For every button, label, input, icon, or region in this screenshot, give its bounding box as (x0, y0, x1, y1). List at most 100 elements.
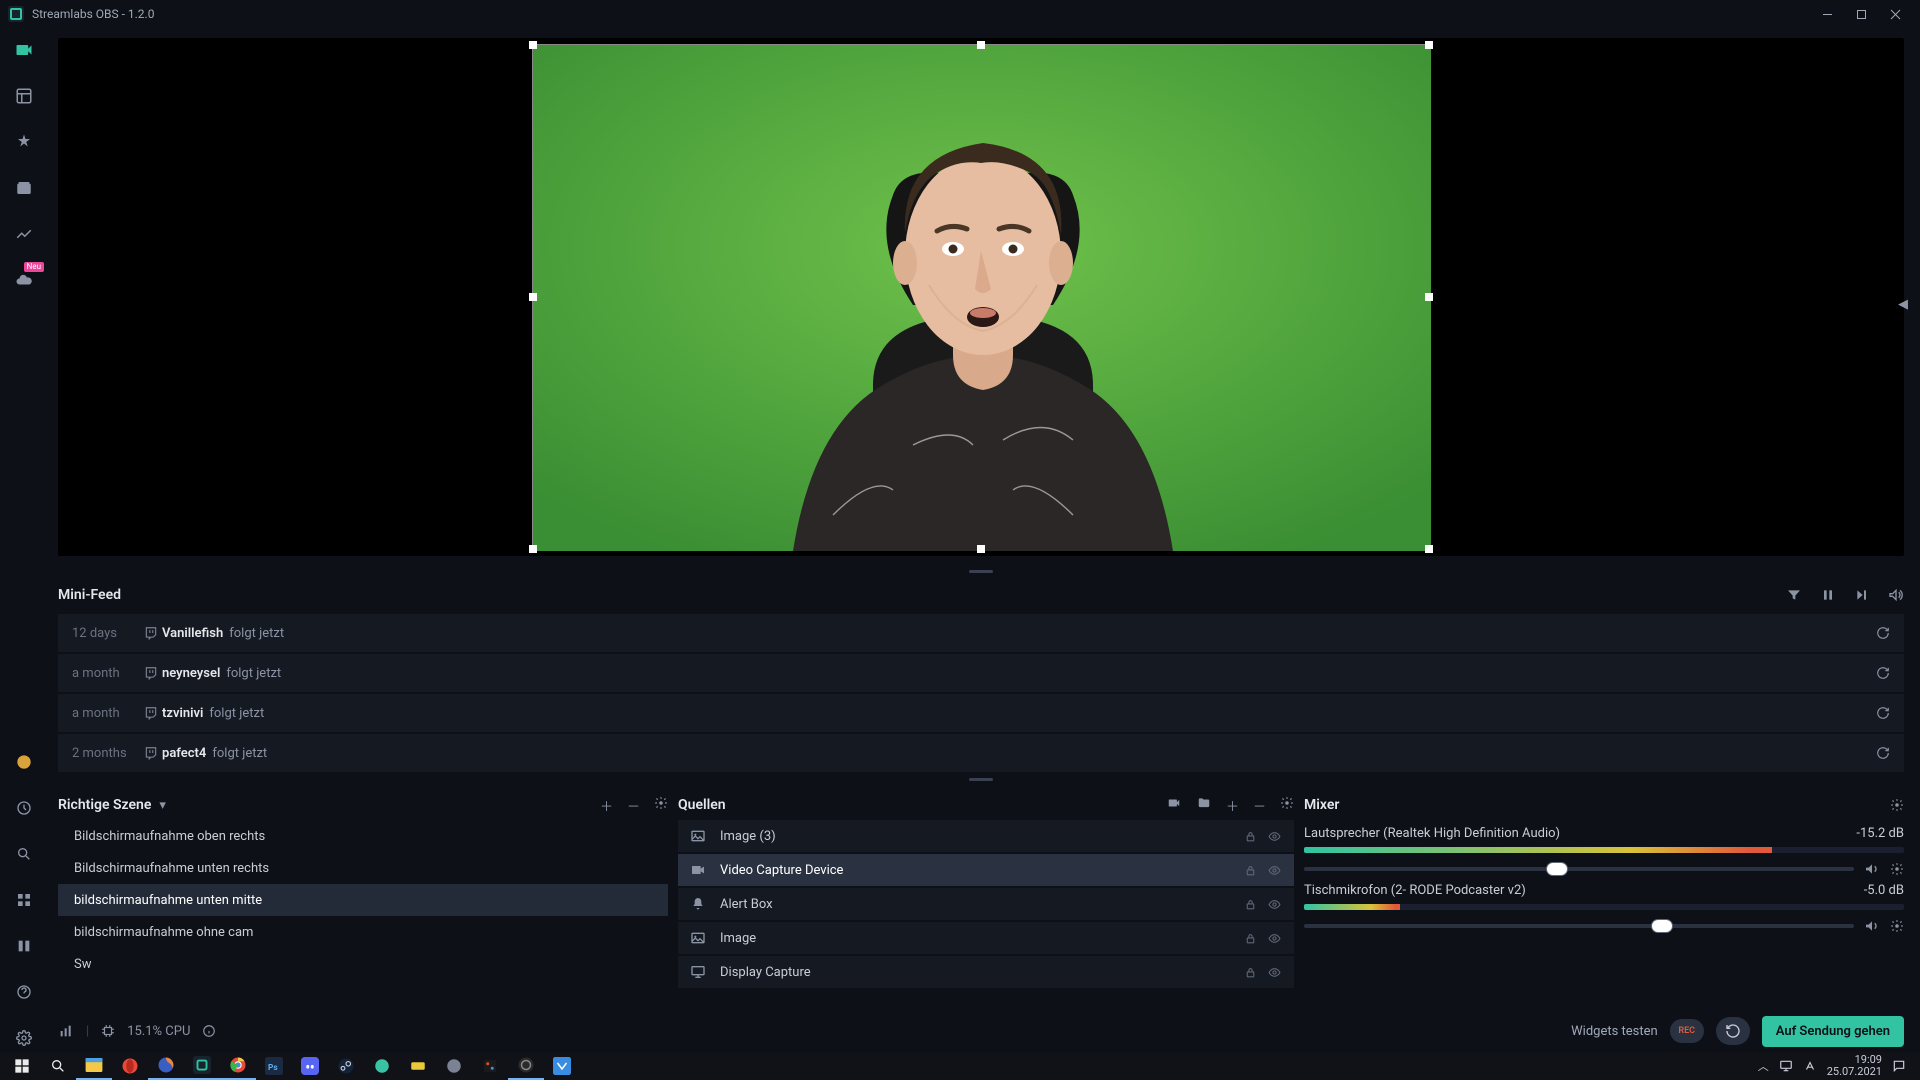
taskbar-opera-icon[interactable] (112, 1052, 148, 1080)
mute-icon[interactable] (1864, 861, 1880, 877)
sources-folder-icon[interactable] (1196, 796, 1212, 815)
feed-replay-icon[interactable] (1876, 666, 1890, 680)
minimize-button[interactable] (1810, 0, 1844, 28)
taskbar-steam-icon[interactable] (328, 1052, 364, 1080)
widgets-test-button[interactable]: Widgets testen (1571, 1024, 1658, 1039)
taskbar-app3-icon[interactable] (436, 1052, 472, 1080)
taskbar-chrome-icon[interactable] (220, 1052, 256, 1080)
windows-taskbar[interactable]: Ps ︿ 19:09 25.07.2021 (0, 1052, 1920, 1080)
rail-appstore-icon[interactable] (10, 174, 38, 202)
taskbar-app2-icon[interactable] (400, 1052, 436, 1080)
rail-cloud-icon[interactable]: Neu (10, 266, 38, 294)
scene-item[interactable]: bildschirmaufnahme ohne cam (58, 916, 668, 948)
tray-network-icon[interactable] (1803, 1059, 1817, 1073)
mixer-slider[interactable] (1304, 867, 1854, 871)
vertical-resize-handle[interactable] (48, 566, 1914, 576)
source-lock-icon[interactable] (1244, 932, 1257, 945)
feed-filter-icon[interactable] (1786, 587, 1802, 603)
source-item[interactable]: Video Capture Device (678, 854, 1294, 886)
source-eye-icon[interactable] (1267, 898, 1282, 911)
rail-layouts-icon[interactable] (10, 82, 38, 110)
go-live-button[interactable]: Auf Sendung gehen (1762, 1016, 1904, 1047)
feed-replay-icon[interactable] (1876, 626, 1890, 640)
rail-profile-icon[interactable] (10, 748, 38, 776)
replay-button[interactable] (1716, 1017, 1750, 1045)
scenes-remove-icon[interactable]: － (627, 796, 640, 815)
feed-skip-icon[interactable] (1854, 587, 1870, 603)
rail-grid-icon[interactable] (10, 886, 38, 914)
taskbar-streamlabs-icon[interactable] (184, 1052, 220, 1080)
mixer-slider[interactable] (1304, 924, 1854, 928)
rail-help-icon[interactable] (10, 978, 38, 1006)
scenes-settings-icon[interactable] (654, 796, 668, 815)
source-lock-icon[interactable] (1244, 898, 1257, 911)
stats-icon[interactable] (58, 1023, 74, 1039)
vertical-resize-handle-2[interactable] (48, 774, 1914, 784)
source-item[interactable]: Alert Box (678, 888, 1294, 920)
taskbar-firefox-icon[interactable] (148, 1052, 184, 1080)
taskbar-explorer-icon[interactable] (76, 1052, 112, 1080)
rail-settings-icon[interactable] (10, 1024, 38, 1052)
feed-user: tzvinivi (162, 706, 203, 721)
feed-replay-icon[interactable] (1876, 746, 1890, 760)
mixer-channel: Tischmikrofon (2- RODE Podcaster v2)-5.0… (1304, 883, 1904, 934)
feed-time: a month (72, 666, 144, 681)
taskbar-search-icon[interactable] (40, 1052, 76, 1080)
taskbar-app1-icon[interactable] (364, 1052, 400, 1080)
rail-search-icon[interactable] (10, 840, 38, 868)
taskbar-discord-icon[interactable] (292, 1052, 328, 1080)
system-tray[interactable]: ︿ 19:09 25.07.2021 (1758, 1054, 1916, 1078)
collapse-right-icon[interactable]: ◀ (1898, 297, 1908, 312)
feed-volume-icon[interactable] (1888, 587, 1904, 603)
source-eye-icon[interactable] (1267, 932, 1282, 945)
preview-canvas[interactable]: ◀ (58, 38, 1904, 556)
rail-themes-icon[interactable] (10, 128, 38, 156)
tray-notifications-icon[interactable] (1892, 1059, 1906, 1073)
tray-chevron-icon[interactable]: ︿ (1758, 1058, 1769, 1074)
taskbar-app5-icon[interactable] (544, 1052, 580, 1080)
rail-editor-icon[interactable] (10, 36, 38, 64)
taskbar-app4-icon[interactable] (472, 1052, 508, 1080)
sources-camera-icon[interactable] (1166, 796, 1182, 815)
scenes-title[interactable]: Richtige Szene (58, 797, 151, 813)
close-button[interactable] (1878, 0, 1912, 28)
scene-item[interactable]: Sw (58, 948, 668, 980)
taskbar-photoshop-icon[interactable]: Ps (256, 1052, 292, 1080)
start-button[interactable] (4, 1052, 40, 1080)
sources-settings-icon[interactable] (1280, 796, 1294, 815)
cpu-icon (101, 1024, 115, 1038)
scene-item[interactable]: Bildschirmaufnahme unten rechts (58, 852, 668, 884)
source-item[interactable]: Image (678, 922, 1294, 954)
mute-icon[interactable] (1864, 918, 1880, 934)
source-item[interactable]: Image (3) (678, 820, 1294, 852)
scenes-add-icon[interactable]: ＋ (600, 796, 613, 815)
rec-button[interactable]: REC (1670, 1019, 1704, 1043)
rail-dashboard-icon[interactable] (10, 220, 38, 248)
sources-remove-icon[interactable]: － (1253, 796, 1266, 815)
channel-settings-icon[interactable] (1890, 862, 1904, 876)
feed-pause-icon[interactable] (1820, 587, 1836, 603)
source-eye-icon[interactable] (1267, 830, 1282, 843)
chevron-down-icon[interactable]: ▾ (159, 798, 166, 813)
maximize-button[interactable] (1844, 0, 1878, 28)
source-eye-icon[interactable] (1267, 966, 1282, 979)
source-item[interactable]: Display Capture (678, 956, 1294, 988)
rail-studio-icon[interactable] (10, 932, 38, 960)
app-logo (8, 6, 24, 22)
source-lock-icon[interactable] (1244, 864, 1257, 877)
rail-notif-icon[interactable] (10, 794, 38, 822)
source-eye-icon[interactable] (1267, 864, 1282, 877)
selected-source-bounds[interactable] (532, 44, 1430, 550)
scene-item[interactable]: bildschirmaufnahme unten mitte (58, 884, 668, 916)
channel-settings-icon[interactable] (1890, 919, 1904, 933)
sources-add-icon[interactable]: ＋ (1226, 796, 1239, 815)
feed-replay-icon[interactable] (1876, 706, 1890, 720)
source-lock-icon[interactable] (1244, 830, 1257, 843)
tray-monitor-icon[interactable] (1779, 1059, 1793, 1073)
source-lock-icon[interactable] (1244, 966, 1257, 979)
info-icon[interactable] (202, 1024, 216, 1038)
cpu-percent: 15.1% CPU (127, 1024, 190, 1039)
scene-item[interactable]: Bildschirmaufnahme oben rechts (58, 820, 668, 852)
mixer-settings-icon[interactable] (1890, 798, 1904, 812)
taskbar-obs-icon[interactable] (508, 1052, 544, 1080)
